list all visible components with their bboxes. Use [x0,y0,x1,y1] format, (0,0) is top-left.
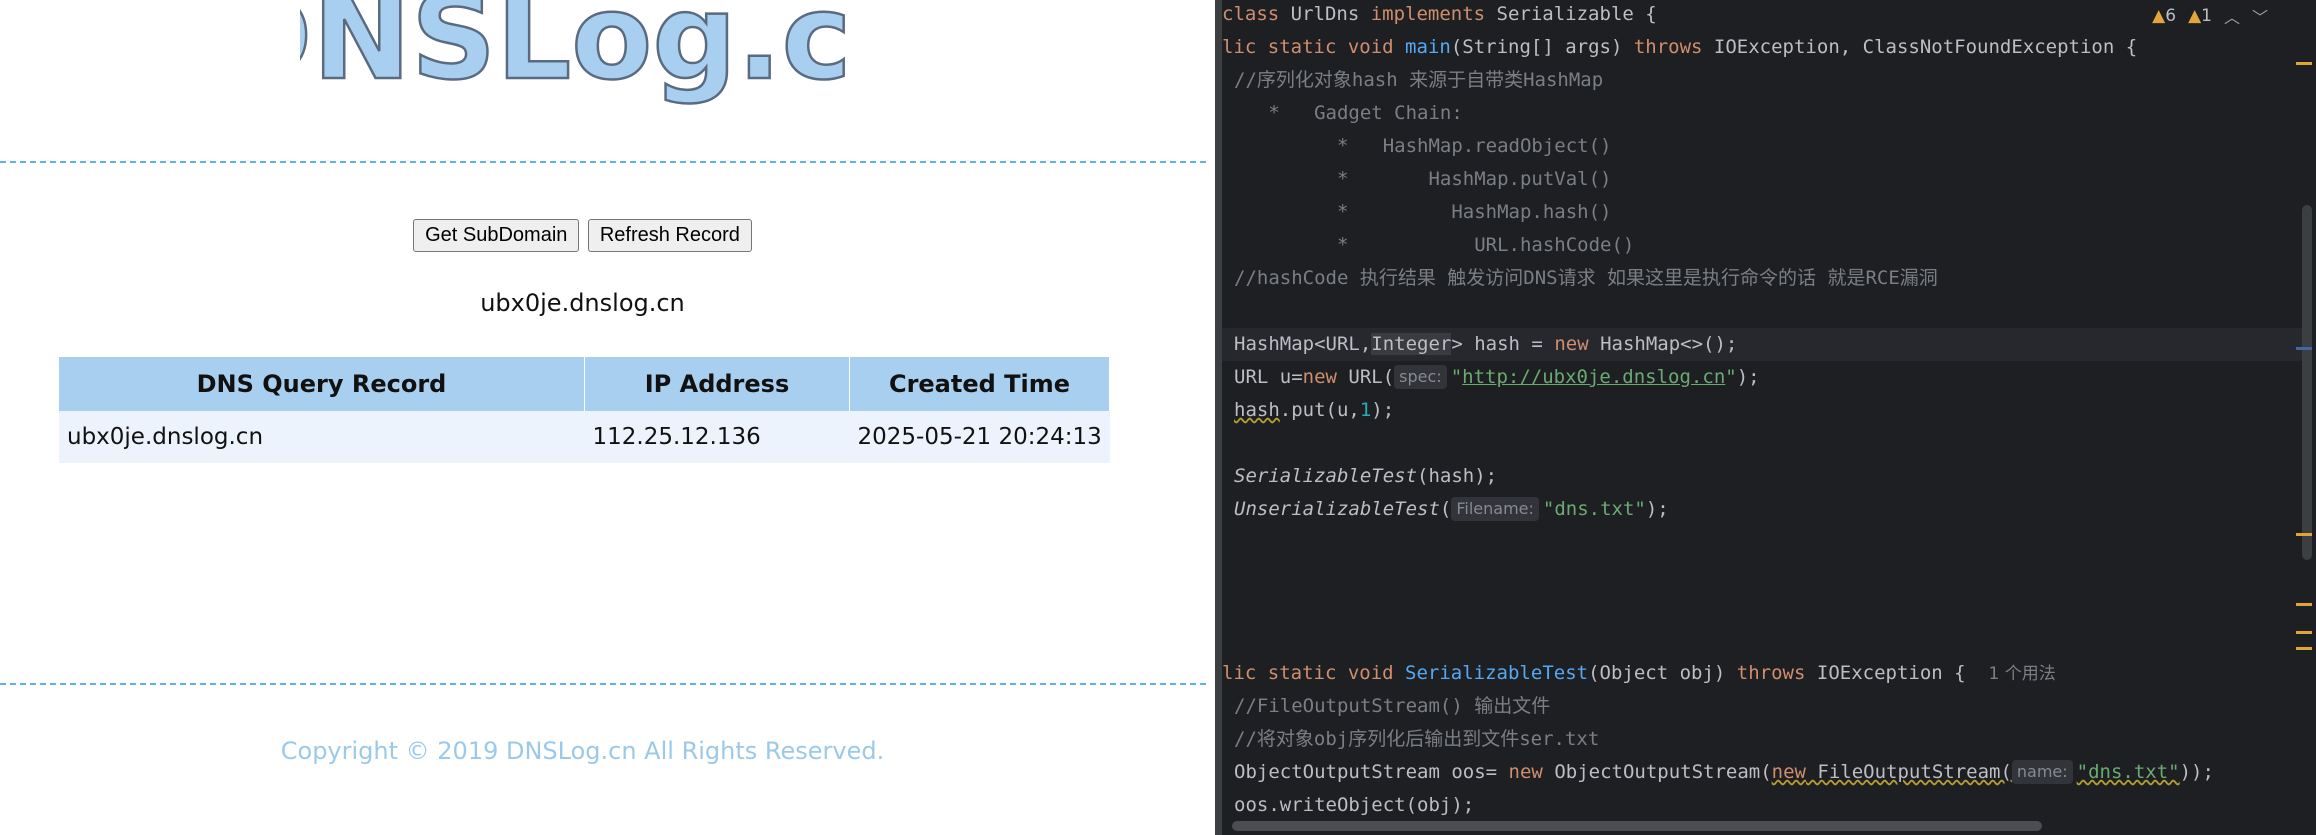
vertical-scrollbar[interactable] [2302,205,2312,560]
code-line-2: lic static void main(String[] args) thro… [1222,36,2138,58]
top-dashed-divider [0,161,1206,163]
scroll-marker[interactable] [2296,647,2312,650]
dnslog-page: DNSLog.cn Get SubDomain Refresh Record u… [0,0,1215,835]
scroll-marker[interactable] [2296,347,2312,350]
code-line-method-decl: lic static void SerializableTest(Object … [1222,662,2056,684]
table-row: ubx0je.dnslog.cn 112.25.12.136 2025-05-2… [59,411,1110,463]
dnslog-logo: DNSLog.cn [300,0,860,107]
code-line-8: * URL.hashCode() [1234,234,1635,256]
column-header-created-time: Created Time [849,357,1110,411]
code-line-oos: ObjectOutputStream oos= new ObjectOutput… [1234,760,2214,784]
code-line-1: class UrlDns implements Serializable { [1222,3,1657,25]
code-line-3: //序列化对象hash 来源于自带类HashMap [1234,69,1604,91]
code-line-put: hash.put(u,1); [1234,399,1395,421]
next-highlight-icon[interactable]: ﹀ [2252,4,2268,28]
code-line-write-object: oos.writeObject(obj); [1234,794,1475,816]
code-line-5: * HashMap.readObject() [1234,135,1612,157]
scroll-marker[interactable] [2296,62,2312,65]
cell-ip-address: 112.25.12.136 [584,411,850,463]
get-subdomain-button[interactable]: Get SubDomain [413,219,580,252]
warning-icon: ▲ [2152,6,2166,26]
code-line-9: //hashCode 执行结果 触发访问DNS请求 如果这里是执行命令的话 就是… [1234,267,1938,289]
code-editor[interactable]: ▲6 ▲1 ︿ ﹀ class UrlDns implements Serial… [1222,0,2316,835]
weak-warnings-badge[interactable]: ▲1 [2188,6,2212,26]
code-line-6: * HashMap.putVal() [1234,168,1612,190]
code-line-current: HashMap<URL,Integer> hash = new HashMap<… [1222,328,2304,361]
code-line-serialize-call: SerializableTest(hash); [1234,465,1498,487]
pane-divider[interactable] [1215,0,1222,835]
previous-highlight-icon[interactable]: ︿ [2224,4,2240,28]
scroll-marker[interactable] [2296,631,2312,634]
warnings-badge[interactable]: ▲6 [2152,6,2176,26]
inspection-badges[interactable]: ▲6 ▲1 ︿ ﹀ [2152,4,2268,28]
code-line-comment-fos: //FileOutputStream() 输出文件 [1234,695,1551,717]
cell-dns-query: ubx0je.dnslog.cn [59,411,585,463]
code-line-4: * Gadget Chain: [1234,102,1463,124]
logo-text: DNSLog.cn [300,0,860,106]
scroll-marker[interactable] [2296,603,2312,606]
cell-created-time: 2025-05-21 20:24:13 [849,411,1110,463]
column-header-ip-address: IP Address [584,357,850,411]
usages-hint: 1 个用法 [1988,664,2056,684]
bottom-dashed-divider [0,683,1206,685]
param-hint-spec: spec: [1394,365,1447,389]
weak-warning-icon: ▲ [2188,6,2202,26]
dns-records-table: DNS Query Record IP Address Created Time… [59,357,1110,463]
code-line-unserialize-call: UnserializableTest(Filename: "dns.txt"); [1234,497,1669,521]
scroll-marker[interactable] [2296,533,2312,536]
subdomain-display: ubx0je.dnslog.cn [480,289,685,317]
button-row: Get SubDomain Refresh Record [0,219,1165,252]
table-header-row: DNS Query Record IP Address Created Time [59,357,1110,411]
param-hint-filename: Filename: [1451,497,1539,521]
code-line-url: URL u=new URL(spec: "http://ubx0je.dnslog… [1234,365,1760,389]
param-hint-name: name: [2011,760,2073,784]
copyright-footer: Copyright © 2019 DNSLog.cn All Rights Re… [280,737,885,765]
code-line-comment-serialize: //将对象obj序列化后输出到文件ser.txt [1234,728,1600,750]
code-line-7: * HashMap.hash() [1234,201,1612,223]
refresh-record-button[interactable]: Refresh Record [587,219,752,252]
column-header-dns-query: DNS Query Record [59,357,585,411]
horizontal-scrollbar[interactable] [1232,821,2042,831]
